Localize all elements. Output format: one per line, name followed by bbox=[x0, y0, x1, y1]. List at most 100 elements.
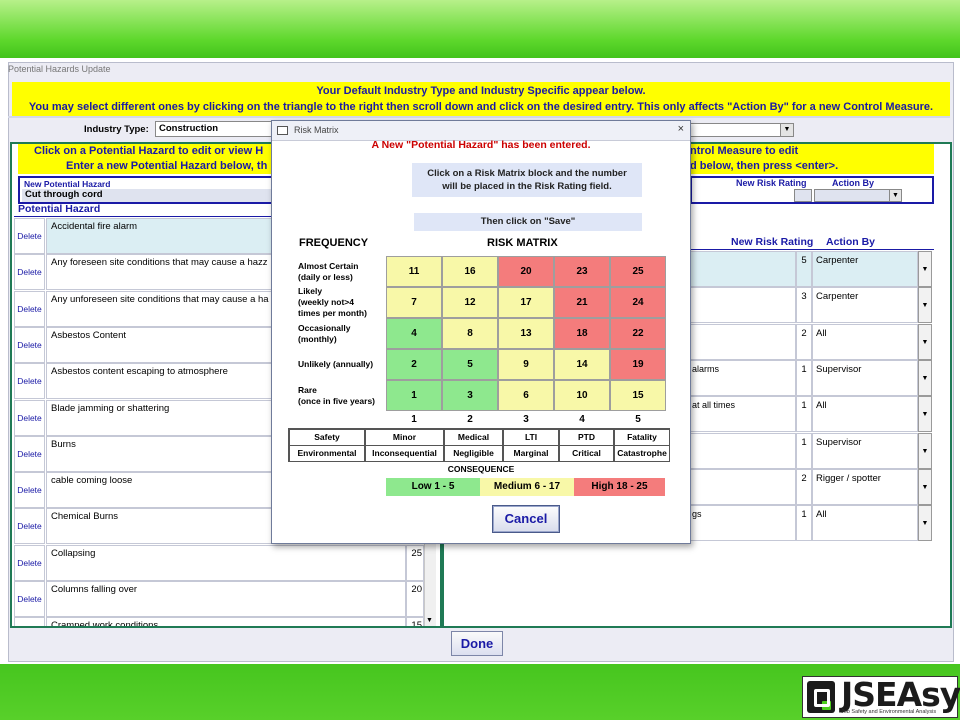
control-action-by[interactable]: All bbox=[812, 396, 918, 433]
control-measure-text[interactable]: alarms bbox=[690, 359, 796, 396]
hazard-text[interactable]: Cramped work conditions bbox=[46, 617, 406, 626]
delete-button[interactable]: Delete bbox=[14, 544, 45, 581]
hazard-text[interactable]: Collapsing bbox=[46, 544, 406, 581]
control-measure-text[interactable] bbox=[690, 468, 796, 505]
chevron-down-icon[interactable]: ▼ bbox=[918, 359, 932, 396]
control-action-by[interactable]: Rigger / spotter bbox=[812, 468, 918, 505]
risk-matrix-cell[interactable]: 12 bbox=[442, 287, 498, 318]
banner-line-2: You may select different ones by clickin… bbox=[28, 101, 934, 113]
control-risk-rating[interactable]: 1 bbox=[796, 505, 812, 542]
table-row[interactable]: 2 All ▼ bbox=[690, 323, 934, 360]
table-row[interactable]: 5 Carpenter ▼ bbox=[690, 251, 934, 287]
risk-matrix-cell[interactable]: 14 bbox=[554, 349, 610, 380]
delete-button[interactable]: Delete bbox=[14, 363, 45, 400]
right-instruction-2: d below, then press <enter>. bbox=[690, 160, 839, 172]
chevron-down-icon[interactable]: ▼ bbox=[918, 323, 932, 360]
table-row[interactable]: 3 Carpenter ▼ bbox=[690, 287, 934, 324]
risk-matrix-cell[interactable]: 9 bbox=[498, 349, 554, 380]
control-risk-rating[interactable]: 1 bbox=[796, 359, 812, 396]
delete-button[interactable]: Delete bbox=[14, 290, 45, 327]
chevron-down-icon[interactable]: ▼ bbox=[918, 251, 932, 287]
delete-button[interactable]: Delete bbox=[14, 435, 45, 472]
control-risk-rating[interactable]: 2 bbox=[796, 323, 812, 360]
table-row[interactable]: 1 Supervisor ▼ bbox=[690, 432, 934, 469]
close-icon[interactable]: × bbox=[678, 123, 684, 135]
risk-matrix-cell[interactable]: 22 bbox=[610, 318, 666, 349]
chevron-down-icon[interactable]: ▼ bbox=[780, 124, 793, 136]
industry-type-field[interactable]: Construction bbox=[155, 121, 277, 137]
chevron-down-icon[interactable]: ▼ bbox=[918, 396, 932, 433]
risk-matrix-cell[interactable]: 15 bbox=[610, 380, 666, 411]
control-risk-rating[interactable]: 1 bbox=[796, 396, 812, 433]
risk-matrix-cell[interactable]: 24 bbox=[610, 287, 666, 318]
risk-matrix-cell[interactable]: 25 bbox=[610, 256, 666, 287]
risk-matrix-cell[interactable]: 17 bbox=[498, 287, 554, 318]
risk-matrix-cell[interactable]: 7 bbox=[386, 287, 442, 318]
table-row[interactable]: alarms 1 Supervisor ▼ bbox=[690, 359, 934, 396]
control-risk-rating[interactable]: 2 bbox=[796, 468, 812, 505]
risk-matrix-cell[interactable]: 4 bbox=[386, 318, 442, 349]
delete-button[interactable]: Delete bbox=[14, 508, 45, 545]
risk-matrix-cell[interactable]: 13 bbox=[498, 318, 554, 349]
cancel-button[interactable]: Cancel bbox=[492, 505, 560, 533]
jseasy-logo: JSEAsy Job Safety and Environmental Anal… bbox=[802, 675, 960, 718]
control-action-by[interactable]: All bbox=[812, 505, 918, 542]
control-risk-rating[interactable]: 5 bbox=[796, 251, 812, 287]
control-action-by[interactable]: Carpenter bbox=[812, 251, 918, 287]
risk-matrix-cell[interactable]: 10 bbox=[554, 380, 610, 411]
risk-matrix-cell[interactable]: 16 bbox=[442, 256, 498, 287]
list-item[interactable]: Delete Cramped work conditions 15 bbox=[14, 617, 438, 626]
control-measure-text[interactable] bbox=[690, 432, 796, 469]
control-action-by[interactable]: All bbox=[812, 323, 918, 360]
new-risk-rating-input[interactable] bbox=[794, 189, 812, 202]
risk-matrix-cell[interactable]: 1 bbox=[386, 380, 442, 411]
delete-button[interactable]: Delete bbox=[14, 617, 45, 626]
risk-matrix-cell[interactable]: 20 bbox=[498, 256, 554, 287]
delete-button[interactable]: Delete bbox=[14, 472, 45, 509]
table-row[interactable]: 2 Rigger / spotter ▼ bbox=[690, 468, 934, 505]
control-measure-text[interactable] bbox=[690, 323, 796, 360]
chevron-down-icon[interactable]: ▼ bbox=[918, 505, 932, 542]
control-risk-rating[interactable]: 3 bbox=[796, 287, 812, 324]
industry-specific-select[interactable]: ▼ bbox=[690, 123, 794, 137]
consequence-cell: Marginal bbox=[503, 445, 559, 462]
control-action-by[interactable]: Supervisor bbox=[812, 359, 918, 396]
consequence-column-number: 2 bbox=[467, 414, 473, 425]
chevron-down-icon[interactable]: ▼ bbox=[918, 468, 932, 505]
risk-matrix-cell[interactable]: 6 bbox=[498, 380, 554, 411]
control-action-by[interactable]: Supervisor bbox=[812, 432, 918, 469]
risk-matrix-cell[interactable]: 23 bbox=[554, 256, 610, 287]
action-by-header: Action By bbox=[826, 236, 876, 248]
risk-matrix-cell[interactable]: 21 bbox=[554, 287, 610, 318]
control-measure-text[interactable]: gs bbox=[690, 505, 796, 542]
risk-matrix-cell[interactable]: 8 bbox=[442, 318, 498, 349]
hazard-text[interactable]: Columns falling over bbox=[46, 581, 406, 617]
risk-matrix-cell[interactable]: 18 bbox=[554, 318, 610, 349]
risk-matrix-cell[interactable]: 3 bbox=[442, 380, 498, 411]
control-measure-text[interactable]: at all times bbox=[690, 396, 796, 433]
chevron-down-icon[interactable]: ▼ bbox=[918, 432, 932, 469]
risk-matrix-cell[interactable]: 5 bbox=[442, 349, 498, 380]
new-action-by-select[interactable]: ▼ bbox=[814, 189, 902, 202]
list-item[interactable]: Delete Columns falling over 20 bbox=[14, 581, 438, 617]
delete-button[interactable]: Delete bbox=[14, 254, 45, 291]
list-item[interactable]: Delete Collapsing 25 bbox=[14, 544, 438, 581]
delete-button[interactable]: Delete bbox=[14, 218, 45, 254]
control-risk-rating[interactable]: 1 bbox=[796, 432, 812, 469]
control-measure-text[interactable] bbox=[690, 287, 796, 324]
chevron-down-icon[interactable]: ▼ bbox=[918, 287, 932, 324]
delete-button[interactable]: Delete bbox=[14, 399, 45, 436]
done-button[interactable]: Done bbox=[451, 631, 503, 656]
delete-button[interactable]: Delete bbox=[14, 326, 45, 363]
control-action-by[interactable]: Carpenter bbox=[812, 287, 918, 324]
new-potential-hazard-input[interactable]: Cut through cord bbox=[22, 189, 272, 202]
table-row[interactable]: gs 1 All ▼ bbox=[690, 505, 934, 542]
risk-matrix-cell[interactable]: 19 bbox=[610, 349, 666, 380]
chevron-down-icon[interactable]: ▼ bbox=[889, 190, 901, 201]
table-row[interactable]: at all times 1 All ▼ bbox=[690, 396, 934, 433]
delete-button[interactable]: Delete bbox=[14, 581, 45, 617]
control-measure-text[interactable] bbox=[690, 251, 796, 287]
scroll-down-icon[interactable]: ▼ bbox=[426, 617, 433, 624]
risk-matrix-cell[interactable]: 2 bbox=[386, 349, 442, 380]
risk-matrix-cell[interactable]: 11 bbox=[386, 256, 442, 287]
